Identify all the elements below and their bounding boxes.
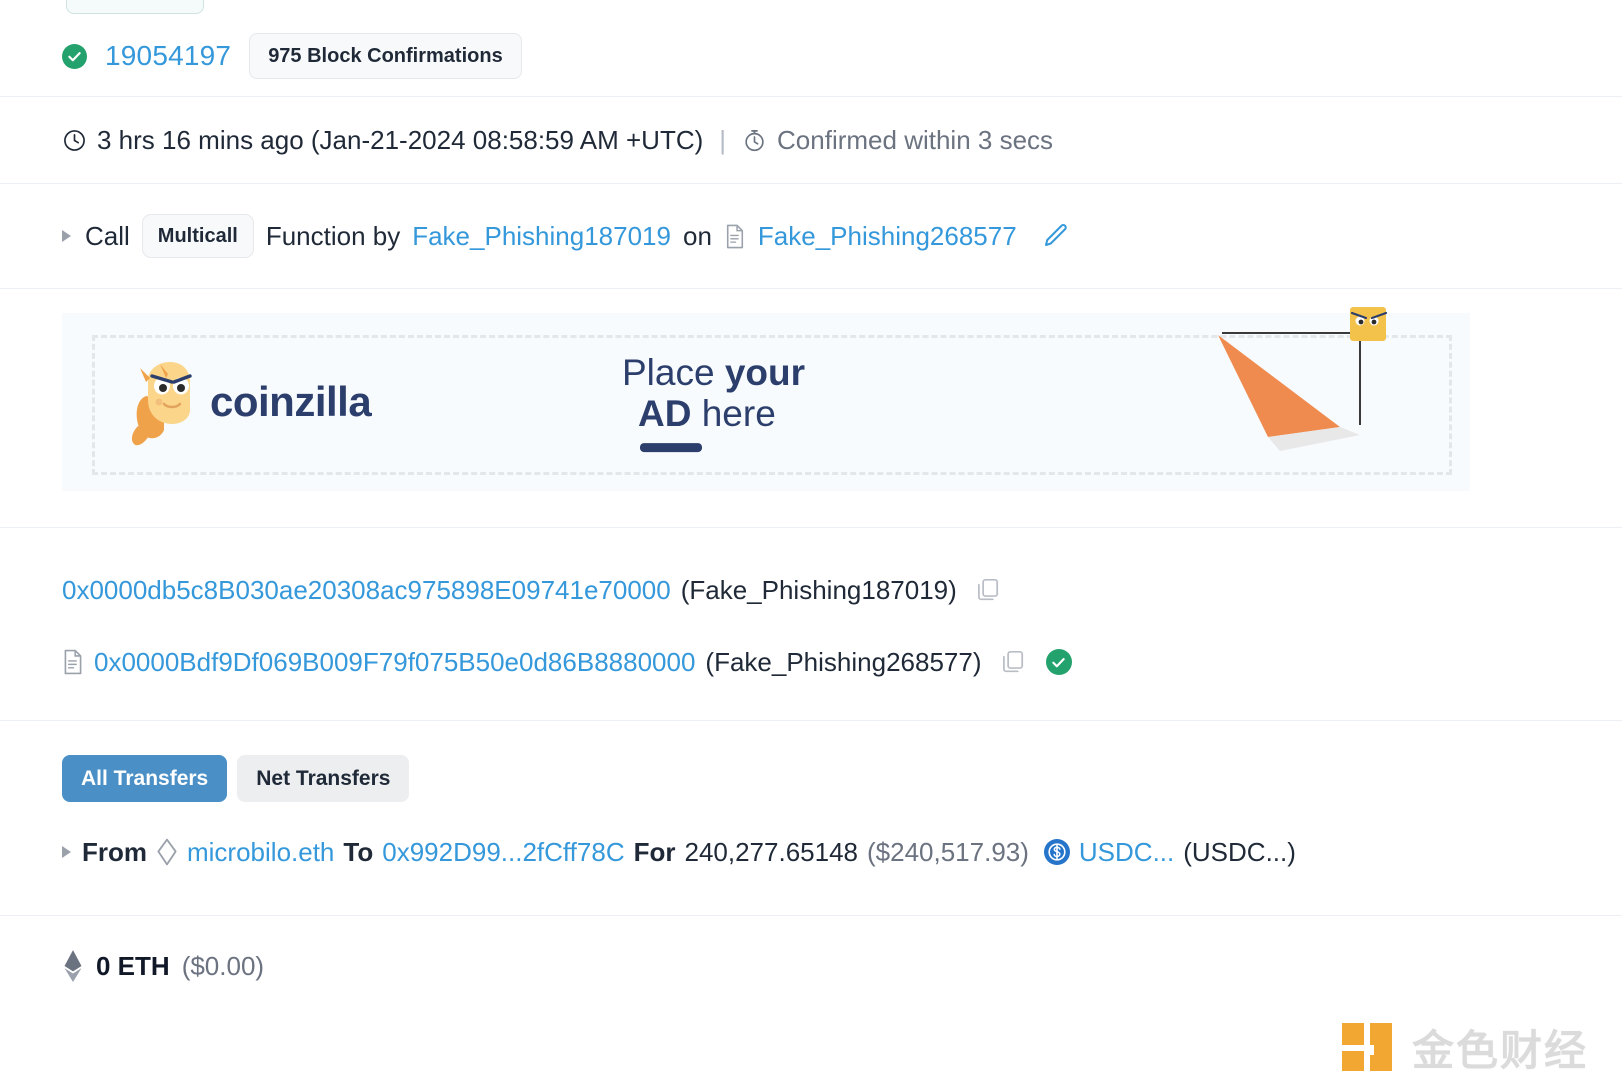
transfer-token-name: (USDC...) xyxy=(1183,836,1296,867)
transfers-tab-bar: All Transfers Net Transfers xyxy=(62,747,1582,809)
contract-address-link[interactable]: Fake_Phishing268577 xyxy=(758,221,1017,252)
verified-contract-icon xyxy=(1045,649,1072,675)
caller-address-link[interactable]: Fake_Phishing187019 xyxy=(412,221,671,252)
pencil-edit-icon[interactable] xyxy=(1041,221,1071,251)
tab-net-transfers[interactable]: Net Transfers xyxy=(237,754,410,802)
tab-all-transfers[interactable]: All Transfers xyxy=(62,754,228,802)
value-fiat: ($0.00) xyxy=(181,950,265,981)
advertisement-banner[interactable]: coinzilla Place your AD here xyxy=(62,307,1470,491)
transfer-amount: 240,277.65148 xyxy=(684,836,858,867)
token-transfer-row: From microbilo.eth To 0x992D99...2fCff78… xyxy=(62,809,1582,895)
check-circle-icon xyxy=(62,43,87,69)
to-address-link[interactable]: 0x0000Bdf9Df069B009F79f075B50e0d86B88800… xyxy=(94,647,695,678)
jinse-logo-icon xyxy=(1338,1019,1396,1077)
caret-right-icon[interactable] xyxy=(62,846,71,858)
stopwatch-icon xyxy=(742,128,767,153)
address-block: 0x0000db5c8B030ae20308ac975898E09741e700… xyxy=(0,528,1622,720)
watermark-text: 金色财经 xyxy=(1411,1026,1588,1075)
transaction-detail-page: 19054197 975 Block Confirmations 3 hrs 1… xyxy=(0,0,1622,1092)
to-address-row: 0x0000Bdf9Df069B009F79f075B50e0d86B88800… xyxy=(62,626,1582,698)
function-name-badge: Multicall xyxy=(141,214,254,258)
ad-message-line1: Place your xyxy=(622,352,806,394)
paper-plane-art-icon xyxy=(1210,305,1470,485)
transfer-token-symbol-link[interactable]: USDC... xyxy=(1079,837,1174,868)
divider xyxy=(0,288,1622,289)
copy-icon[interactable] xyxy=(1000,649,1026,675)
value-amount: 0 ETH xyxy=(96,950,170,981)
call-prefix-label: Call xyxy=(85,220,130,251)
copy-icon[interactable] xyxy=(975,577,1001,603)
transfer-fiat-value: ($240,517.93) xyxy=(867,836,1029,867)
ad-message-line2: AD here xyxy=(638,393,776,435)
block-row: 19054197 975 Block Confirmations xyxy=(0,0,1622,96)
call-middle-label: Function by xyxy=(265,220,401,251)
ad-brand-group: coinzilla xyxy=(124,356,372,448)
ad-underline-accent xyxy=(640,442,702,452)
timestamp-text: 3 hrs 16 mins ago (Jan-21-2024 08:58:59 … xyxy=(97,124,704,155)
from-address-link[interactable]: 0x0000db5c8B030ae20308ac975898E09741e700… xyxy=(62,575,671,606)
transfer-for-label: For xyxy=(633,836,676,867)
ad-brand-label: coinzilla xyxy=(210,378,372,425)
transfer-to-label: To xyxy=(343,836,374,867)
block-number-link[interactable]: 19054197 xyxy=(105,40,231,72)
usdc-token-icon xyxy=(1043,839,1070,865)
transfer-from-label: From xyxy=(82,836,147,867)
from-address-tag: (Fake_Phishing187019) xyxy=(680,574,957,605)
coinzilla-dragon-icon xyxy=(124,356,194,448)
to-address-tag: (Fake_Phishing268577) xyxy=(705,646,982,677)
value-row: 0 ETH ($0.00) xyxy=(0,916,1622,1002)
confirmed-within-text: Confirmed within 3 secs xyxy=(777,124,1054,155)
ens-diamond-icon xyxy=(156,838,178,866)
timestamp-row: 3 hrs 16 mins ago (Jan-21-2024 08:58:59 … xyxy=(0,97,1622,183)
caret-right-icon[interactable] xyxy=(62,230,71,242)
call-function-row: Call Multicall Function by Fake_Phishing… xyxy=(0,184,1622,288)
ethereum-diamond-icon xyxy=(62,949,84,983)
transfer-from-link[interactable]: microbilo.eth xyxy=(187,837,334,868)
contract-file-icon xyxy=(62,649,84,675)
clock-icon xyxy=(62,128,87,153)
transfers-block: All Transfers Net Transfers From microbi… xyxy=(0,721,1622,915)
timestamp-separator: | xyxy=(719,124,727,155)
from-address-row: 0x0000db5c8B030ae20308ac975898E09741e700… xyxy=(62,554,1582,626)
transfer-to-link[interactable]: 0x992D99...2fCff78C xyxy=(382,837,624,868)
partial-status-pill-top xyxy=(66,0,204,14)
ad-message: Place your AD here xyxy=(622,352,805,452)
block-confirmations-badge: 975 Block Confirmations xyxy=(249,33,522,79)
watermark: 金色财经 xyxy=(1338,1017,1588,1078)
contract-file-icon xyxy=(724,224,746,249)
call-on-label: on xyxy=(682,220,712,251)
